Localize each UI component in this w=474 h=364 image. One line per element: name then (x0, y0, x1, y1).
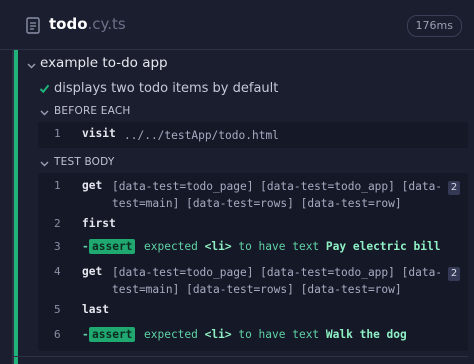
spec-file-extension: .cy.ts (87, 15, 126, 33)
test-body-header[interactable]: TEST BODY (18, 155, 218, 171)
duration-badge: 176ms (406, 15, 462, 37)
assert-badge: assert (89, 239, 136, 254)
assert-element: <li> (204, 328, 232, 341)
test-body-command-list: 1 get [data-test=todo_page] [data-test=t… (38, 173, 468, 351)
command-row[interactable]: 1 visit ../../testApp/todo.html (38, 127, 468, 144)
assert-badge: assert (89, 327, 136, 342)
command-number: 3 (54, 240, 61, 253)
element-count-badge: 2 (448, 181, 460, 195)
command-name: first (82, 217, 116, 230)
assert-middle: to have text (238, 328, 320, 341)
bottom-divider (12, 356, 468, 357)
command-number: 1 (54, 127, 61, 140)
assert-element: <li> (204, 240, 232, 253)
command-name: get (82, 179, 103, 192)
command-row[interactable]: 5 last (38, 301, 468, 318)
assert-message: expected <li> to have text Walk the dog (144, 328, 407, 341)
command-message: [data-test=todo_page] [data-test=todo_ap… (112, 266, 443, 296)
command-name: get (82, 265, 103, 278)
assert-row[interactable]: 3 - assert expected <li> to have text Pa… (38, 238, 468, 255)
check-icon (39, 84, 50, 94)
assert-value: Pay electric bill (325, 240, 441, 253)
command-number: 2 (54, 217, 61, 230)
chevron-down-icon[interactable] (27, 61, 36, 70)
assert-value: Walk the dog (325, 328, 407, 341)
command-name: visit (82, 127, 116, 140)
spec-file-base: todo (49, 15, 88, 33)
command-number: 5 (54, 303, 61, 316)
command-number: 6 (54, 328, 61, 341)
command-row[interactable]: 2 first (38, 215, 468, 232)
test-body-label: TEST BODY (54, 156, 115, 168)
spec-file-name[interactable]: todo.cy.ts (49, 15, 126, 33)
command-message: [data-test=todo_page] [data-test=todo_ap… (112, 180, 443, 210)
command-row[interactable]: 4 get [data-test=todo_page] [data-test=t… (38, 263, 468, 299)
assert-row[interactable]: 6 - assert expected <li> to have text Wa… (38, 326, 468, 343)
suite-row[interactable]: example to-do app (18, 52, 474, 76)
test-title: displays two todo items by default (54, 81, 279, 96)
before-each-header[interactable]: BEFORE EACH (18, 104, 218, 120)
command-name: last (82, 303, 109, 316)
command-message: ../../testApp/todo.html (124, 129, 279, 142)
assert-dash: - (82, 240, 89, 253)
chevron-down-icon (40, 110, 49, 116)
left-gutter (0, 50, 12, 364)
test-row[interactable]: displays two todo items by default (18, 78, 474, 100)
command-row[interactable]: 1 get [data-test=todo_page] [data-test=t… (38, 177, 468, 213)
assert-expected: expected (144, 240, 198, 253)
before-each-label: BEFORE EACH (54, 105, 131, 117)
command-number: 4 (54, 265, 61, 278)
suite-title: example to-do app (40, 55, 168, 71)
element-count-badge: 2 (448, 267, 460, 281)
before-each-command-list: 1 visit ../../testApp/todo.html (38, 122, 468, 148)
assert-message: expected <li> to have text Pay electric … (144, 240, 440, 253)
assert-dash: - (82, 328, 89, 341)
assert-expected: expected (144, 328, 198, 341)
file-icon (26, 17, 40, 34)
spec-header: todo.cy.ts 176ms (0, 0, 474, 50)
chevron-down-icon (40, 161, 49, 167)
assert-middle: to have text (238, 240, 320, 253)
command-number: 1 (54, 179, 61, 192)
